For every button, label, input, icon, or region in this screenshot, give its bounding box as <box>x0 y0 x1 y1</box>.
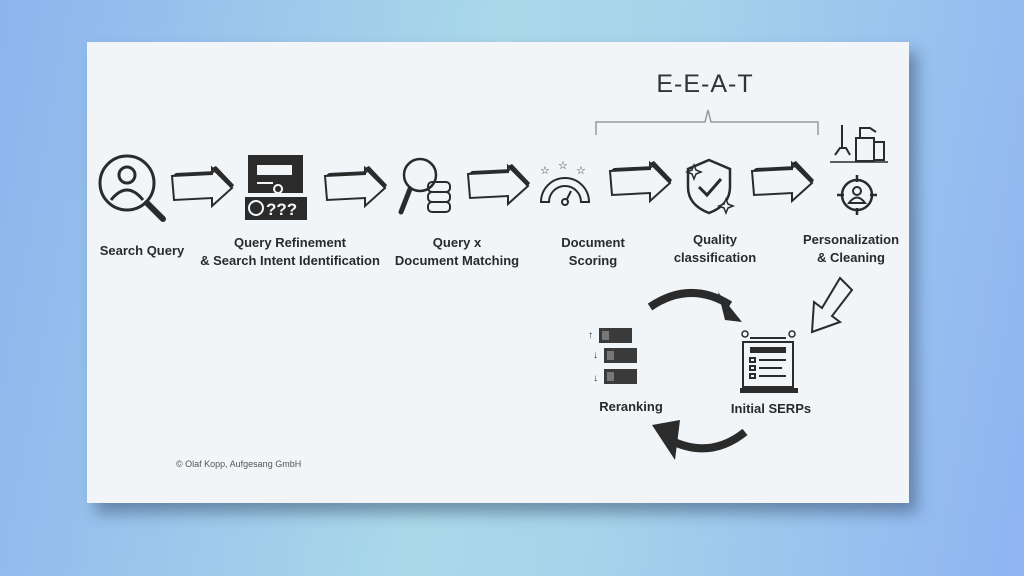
reranking-list-icon: ↑ ↓ ↓ <box>588 328 637 384</box>
flow-arrows <box>171 160 854 460</box>
arrow-right-icon <box>467 163 531 205</box>
arrow-right-icon <box>751 160 815 202</box>
initial-serps-label: Initial SERPs <box>730 401 812 416</box>
copyright-text: © Olaf Kopp, Aufgesang GmbH <box>176 459 302 469</box>
arrow-right-icon <box>609 160 673 202</box>
svg-text:↑: ↑ <box>588 330 593 341</box>
step-label-query-refinement: Query Refinement & Search Intent Identifi… <box>200 235 380 268</box>
arrow-right-icon <box>324 165 388 207</box>
cycle-arrow-top-icon <box>647 289 742 322</box>
step-label-search-query: Search Query <box>99 243 185 258</box>
arrow-down-left-icon <box>810 276 854 334</box>
step-label-quality-classification: Quality classification <box>673 232 757 265</box>
step-label-document-matching: Query x Document Matching <box>394 235 520 268</box>
arrow-right-icon <box>171 165 235 207</box>
svg-text:↓: ↓ <box>593 373 598 384</box>
step-label-personalization: Personalization & Cleaning <box>802 232 900 265</box>
svg-text:↓: ↓ <box>593 350 598 361</box>
cycle-arrow-bottom-icon <box>652 420 748 460</box>
serp-page-icon <box>740 330 798 393</box>
step-label-document-scoring: Document Scoring <box>561 235 625 268</box>
reranking-label: Reranking <box>599 399 663 414</box>
